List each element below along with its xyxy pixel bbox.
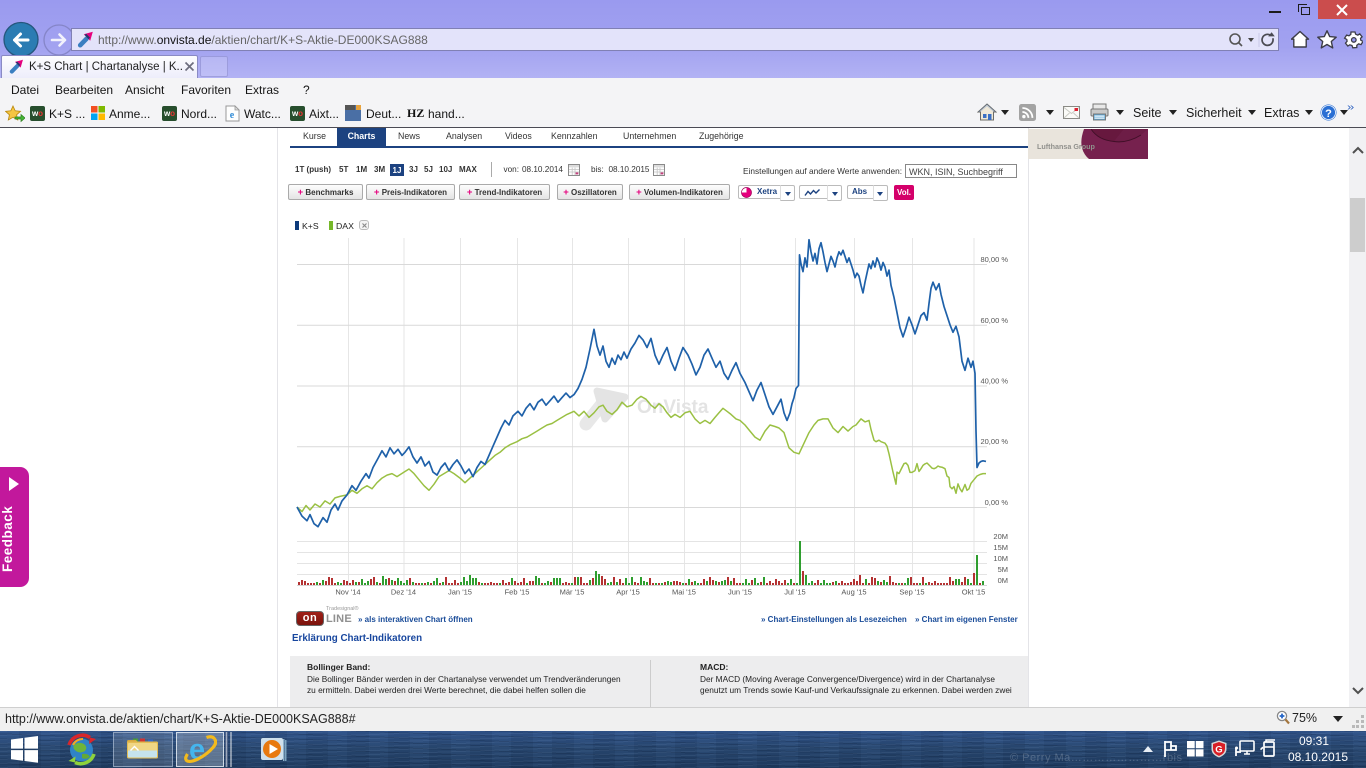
- svg-text:60,00 %: 60,00 %: [980, 316, 1008, 325]
- svg-text:0,00 %: 0,00 %: [985, 498, 1009, 507]
- svg-text:5M: 5M: [998, 565, 1008, 574]
- svg-text:Dez '14: Dez '14: [391, 588, 416, 597]
- svg-text:40,00 %: 40,00 %: [980, 377, 1008, 386]
- svg-text:Apr '15: Apr '15: [616, 588, 640, 597]
- svg-text:G: G: [1215, 745, 1222, 756]
- svg-text:20M: 20M: [993, 532, 1008, 541]
- svg-text:Aug '15: Aug '15: [841, 588, 866, 597]
- svg-text:Jun '15: Jun '15: [728, 588, 752, 597]
- svg-text:Mär '15: Mär '15: [560, 588, 585, 597]
- svg-text:Mai '15: Mai '15: [672, 588, 696, 597]
- svg-text:Okt '15: Okt '15: [962, 588, 986, 597]
- svg-text:Lufthansa Group: Lufthansa Group: [1037, 142, 1096, 151]
- svg-text:e: e: [230, 110, 235, 121]
- svg-text:?: ?: [1325, 108, 1332, 120]
- svg-text:0M: 0M: [998, 576, 1008, 585]
- svg-text:80,00 %: 80,00 %: [980, 255, 1008, 264]
- svg-text:Sep '15: Sep '15: [899, 588, 924, 597]
- svg-text:15M: 15M: [993, 543, 1008, 552]
- svg-text:20,00 %: 20,00 %: [980, 437, 1008, 446]
- svg-text:OnVista: OnVista: [637, 397, 709, 418]
- svg-text:Jan '15: Jan '15: [448, 588, 472, 597]
- svg-text:Jul '15: Jul '15: [784, 588, 805, 597]
- svg-text:Nov '14: Nov '14: [335, 588, 360, 597]
- svg-text:10M: 10M: [993, 554, 1008, 563]
- svg-text:Feb '15: Feb '15: [505, 588, 530, 597]
